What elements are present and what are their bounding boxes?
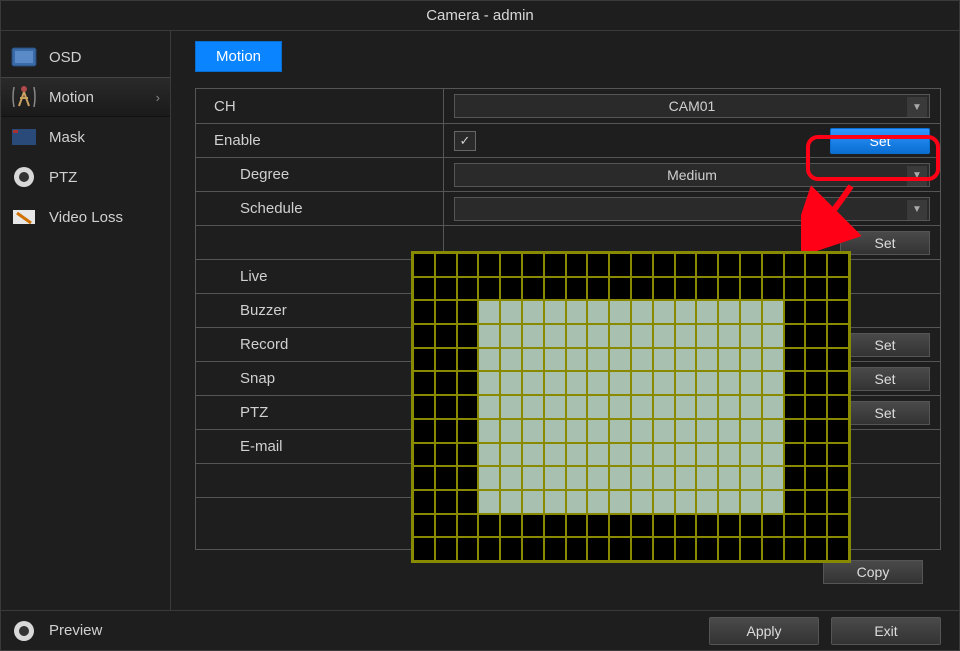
chevron-down-icon: ▼ xyxy=(907,166,927,186)
preview-label: Preview xyxy=(49,622,102,639)
label-enable: Enable xyxy=(196,124,444,157)
dropdown-degree[interactable]: Medium ▼ xyxy=(454,163,930,187)
sidebar-item-ptz[interactable]: PTZ xyxy=(1,157,170,197)
sidebar-item-osd[interactable]: OSD xyxy=(1,37,170,77)
label-ptz-row: PTZ xyxy=(196,396,444,429)
motion-grid-popup[interactable] xyxy=(411,251,851,563)
button-schedule-set[interactable]: Set xyxy=(840,231,930,255)
label-blank3 xyxy=(196,498,444,549)
tab-motion[interactable]: Motion xyxy=(195,41,282,72)
footer-bar: Preview Apply Exit xyxy=(1,610,959,650)
osd-icon xyxy=(11,44,37,70)
label-buzzer: Buzzer xyxy=(196,294,444,327)
sidebar-item-label: Video Loss xyxy=(49,209,123,226)
chevron-down-icon: ▼ xyxy=(907,97,927,117)
row-schedule: Schedule ▼ xyxy=(196,191,940,225)
dropdown-ch-value: CAM01 xyxy=(669,98,716,114)
button-copy[interactable]: Copy xyxy=(823,560,923,584)
label-blank xyxy=(196,226,444,259)
window-title: Camera - admin xyxy=(1,1,959,31)
label-snap: Snap xyxy=(196,362,444,395)
dropdown-schedule[interactable]: ▼ xyxy=(454,197,930,221)
sidebar-item-label: OSD xyxy=(49,49,82,66)
row-enable: Enable ✓ Set xyxy=(196,123,940,157)
button-exit[interactable]: Exit xyxy=(831,617,941,645)
button-record-set[interactable]: Set xyxy=(840,333,930,357)
sidebar: OSD Motion › Mask PTZ Video Loss xyxy=(1,31,171,611)
dropdown-degree-value: Medium xyxy=(667,167,717,183)
button-ptz-set[interactable]: Set xyxy=(840,401,930,425)
label-live: Live xyxy=(196,260,444,293)
row-ch: CH CAM01 ▼ xyxy=(196,89,940,123)
sidebar-item-label: Mask xyxy=(49,129,85,146)
label-record: Record xyxy=(196,328,444,361)
label-blank2 xyxy=(196,464,444,497)
label-ch: CH xyxy=(196,89,444,123)
ptz-icon xyxy=(11,164,37,190)
label-schedule: Schedule xyxy=(196,192,444,225)
label-email: E-mail xyxy=(196,430,444,463)
preview-icon xyxy=(11,618,37,644)
sidebar-item-label: Motion xyxy=(49,89,94,106)
video-loss-icon xyxy=(11,204,37,230)
motion-icon xyxy=(11,84,37,110)
button-apply[interactable]: Apply xyxy=(709,617,819,645)
button-enable-set[interactable]: Set xyxy=(830,128,930,154)
chevron-right-icon: › xyxy=(156,90,160,105)
label-degree: Degree xyxy=(196,158,444,191)
button-snap-set[interactable]: Set xyxy=(840,367,930,391)
preview-link[interactable]: Preview xyxy=(11,618,102,644)
sidebar-item-mask[interactable]: Mask xyxy=(1,117,170,157)
row-degree: Degree Medium ▼ xyxy=(196,157,940,191)
sidebar-item-motion[interactable]: Motion › xyxy=(1,77,170,117)
sidebar-item-video-loss[interactable]: Video Loss xyxy=(1,197,170,237)
check-icon: ✓ xyxy=(460,133,471,149)
chevron-down-icon: ▼ xyxy=(907,200,927,220)
checkbox-enable[interactable]: ✓ xyxy=(454,131,476,151)
mask-icon xyxy=(11,124,37,150)
dropdown-ch[interactable]: CAM01 ▼ xyxy=(454,94,930,118)
sidebar-item-label: PTZ xyxy=(49,169,77,186)
